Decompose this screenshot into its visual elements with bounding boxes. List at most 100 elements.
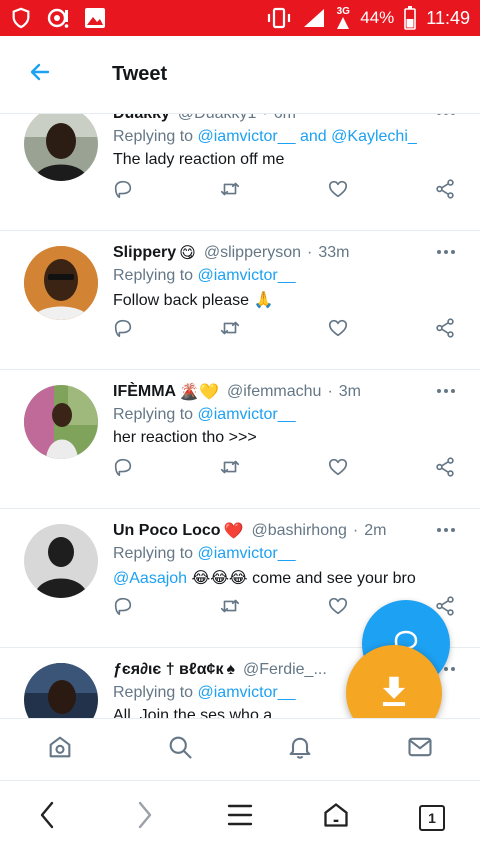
network-type-icon: 3G <box>336 7 350 29</box>
tweet-author-handle[interactable]: @Ferdie_... <box>243 661 327 679</box>
notifications-icon <box>286 733 314 766</box>
vibrate-icon <box>266 7 292 29</box>
mention-link[interactable]: @iamvictor__ <box>198 267 296 284</box>
replying-prefix: Replying to <box>113 267 194 284</box>
signal-icon <box>302 7 326 29</box>
network-label: 3G <box>336 6 350 17</box>
avatar[interactable] <box>24 663 98 718</box>
reply-icon[interactable] <box>110 177 136 201</box>
like-icon[interactable] <box>325 455 351 479</box>
mention-link[interactable]: @iamvictor__ <box>198 128 296 145</box>
tweet-author-handle[interactable]: @Duakky1 <box>178 114 257 123</box>
image-icon <box>84 7 106 29</box>
mention-link[interactable]: @iamvictor__ <box>198 545 296 562</box>
replying-prefix: Replying to <box>113 128 194 145</box>
retweet-icon[interactable] <box>217 594 243 618</box>
browser-home-button[interactable] <box>306 788 366 848</box>
browser-tabs-button[interactable]: 1 <box>402 788 462 848</box>
tweet-item[interactable]: Slippery 😋 @slipperyson · 33m Replying t… <box>0 231 480 370</box>
tweet-item[interactable]: IFÈMMA 🌋💛 @ifemmachu · 3m Replying to @i… <box>0 370 480 509</box>
tweet-time[interactable]: 2m <box>364 522 386 540</box>
home-icon <box>46 733 74 766</box>
replying-to: Replying to @iamvictor__ <box>113 267 458 285</box>
name-emoji: 🌋💛 <box>179 384 219 401</box>
tweet-text: Follow back please 🙏 <box>113 292 274 309</box>
tweet-actions <box>110 177 458 201</box>
share-icon[interactable] <box>432 316 458 340</box>
tab-notifications[interactable] <box>270 720 330 780</box>
page-title: Tweet <box>112 63 168 85</box>
back-button[interactable] <box>0 36 80 114</box>
status-bar: 3G 44% 11:49 <box>0 0 480 36</box>
browser-forward-button[interactable] <box>114 788 174 848</box>
tweet-text: The lady reaction off me <box>113 151 285 168</box>
app-header: Tweet <box>0 36 480 114</box>
retweet-icon[interactable] <box>217 455 243 479</box>
clock: 11:49 <box>426 7 470 28</box>
tab-messages[interactable] <box>390 720 450 780</box>
battery-icon <box>404 6 417 30</box>
browser-nav-bar: 1 <box>0 780 480 854</box>
tab-search[interactable] <box>150 720 210 780</box>
browser-menu-button[interactable] <box>210 788 270 848</box>
avatar[interactable] <box>24 385 98 459</box>
replying-to: Replying to @iamvictor__ <box>113 406 458 424</box>
more-icon[interactable] <box>434 520 458 540</box>
avatar[interactable] <box>24 246 98 320</box>
retweet-icon[interactable] <box>217 316 243 340</box>
like-icon[interactable] <box>325 316 351 340</box>
mention-link[interactable]: @Kaylechi_ <box>331 128 417 145</box>
reply-icon[interactable] <box>110 316 136 340</box>
more-icon[interactable] <box>434 242 458 262</box>
replying-prefix: Replying to <box>113 545 194 562</box>
tweet-author-name[interactable]: Duakky <box>113 114 170 123</box>
tweet-actions <box>110 316 458 340</box>
separator-dot: · <box>327 383 333 400</box>
text-emoji: 😂😂😂 <box>191 570 248 587</box>
chevron-right-icon <box>134 800 154 835</box>
chevron-left-icon <box>38 800 58 835</box>
tweet-author-name[interactable]: IFÈMMA <box>113 383 176 401</box>
tweet-actions <box>110 455 458 479</box>
menu-icon <box>227 803 253 832</box>
browser-back-button[interactable] <box>18 788 78 848</box>
name-emoji: ♠ <box>226 661 235 678</box>
avatar[interactable] <box>24 114 98 181</box>
more-icon[interactable] <box>434 114 458 123</box>
reply-icon[interactable] <box>110 594 136 618</box>
tweet-time[interactable]: 6m <box>274 114 296 123</box>
retweet-icon[interactable] <box>217 177 243 201</box>
and-text: and <box>300 128 327 145</box>
like-icon[interactable] <box>325 594 351 618</box>
more-icon[interactable] <box>434 381 458 401</box>
share-icon[interactable] <box>432 177 458 201</box>
tweet-author-handle[interactable]: @slipperyson <box>204 244 301 262</box>
tweet-author-handle[interactable]: @bashirhong <box>251 522 346 540</box>
avatar[interactable] <box>24 524 98 598</box>
separator-dot: · <box>352 522 359 539</box>
reply-icon[interactable] <box>110 455 136 479</box>
messages-icon <box>406 733 434 766</box>
tab-home[interactable] <box>30 720 90 780</box>
mention-link[interactable]: @iamvictor__ <box>198 684 296 701</box>
mention-link[interactable]: @Aasajoh <box>113 570 187 587</box>
tweet-item[interactable]: Duakky @Duakky1 · 6m Replying to @iamvic… <box>0 114 480 231</box>
battery-percent: 44% <box>360 8 395 27</box>
tweet-time[interactable]: 3m <box>339 383 361 401</box>
tweet-text: her reaction tho >>> <box>113 429 257 446</box>
share-icon[interactable] <box>432 455 458 479</box>
home-outline-icon <box>322 801 350 834</box>
replying-prefix: Replying to <box>113 684 194 701</box>
notification-icon <box>46 7 70 29</box>
replying-to: Replying to @iamvictor__ and @Kaylechi_ <box>113 128 458 146</box>
replying-prefix: Replying to <box>113 406 194 423</box>
tweet-author-name[interactable]: Slippery <box>113 244 176 262</box>
tweet-author-handle[interactable]: @ifemmachu <box>227 383 322 401</box>
tweet-time[interactable]: 33m <box>318 244 349 262</box>
like-icon[interactable] <box>325 177 351 201</box>
tweet-text: @Aasajoh 😂😂😂 come and see your bro <box>113 568 458 588</box>
tweet-author-name[interactable]: Un Poco Loco <box>113 522 221 540</box>
tweet-author-name[interactable]: ƒєя∂ιє † вℓα¢к <box>113 661 223 679</box>
tab-count: 1 <box>419 804 445 831</box>
mention-link[interactable]: @iamvictor__ <box>198 406 296 423</box>
